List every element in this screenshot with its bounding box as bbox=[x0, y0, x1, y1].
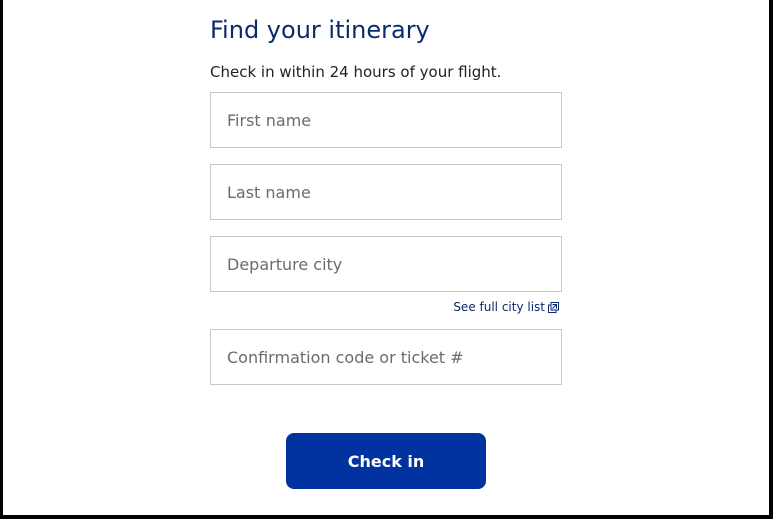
departure-city-input[interactable] bbox=[211, 237, 561, 291]
page-subtitle: Check in within 24 hours of your flight. bbox=[210, 63, 502, 81]
first-name-input[interactable] bbox=[211, 93, 561, 147]
check-in-button[interactable]: Check in bbox=[286, 433, 486, 489]
first-name-field[interactable] bbox=[210, 92, 562, 148]
page-title: Find your itinerary bbox=[210, 16, 430, 44]
external-window-icon bbox=[548, 301, 559, 313]
departure-city-field[interactable] bbox=[210, 236, 562, 292]
last-name-input[interactable] bbox=[211, 165, 561, 219]
confirmation-code-field[interactable] bbox=[210, 329, 562, 385]
see-full-city-list-link[interactable]: See full city list bbox=[453, 300, 559, 314]
city-list-link-label: See full city list bbox=[453, 300, 545, 314]
confirmation-code-input[interactable] bbox=[211, 330, 561, 384]
last-name-field[interactable] bbox=[210, 164, 562, 220]
page-frame: Find your itinerary Check in within 24 h… bbox=[3, 0, 769, 515]
